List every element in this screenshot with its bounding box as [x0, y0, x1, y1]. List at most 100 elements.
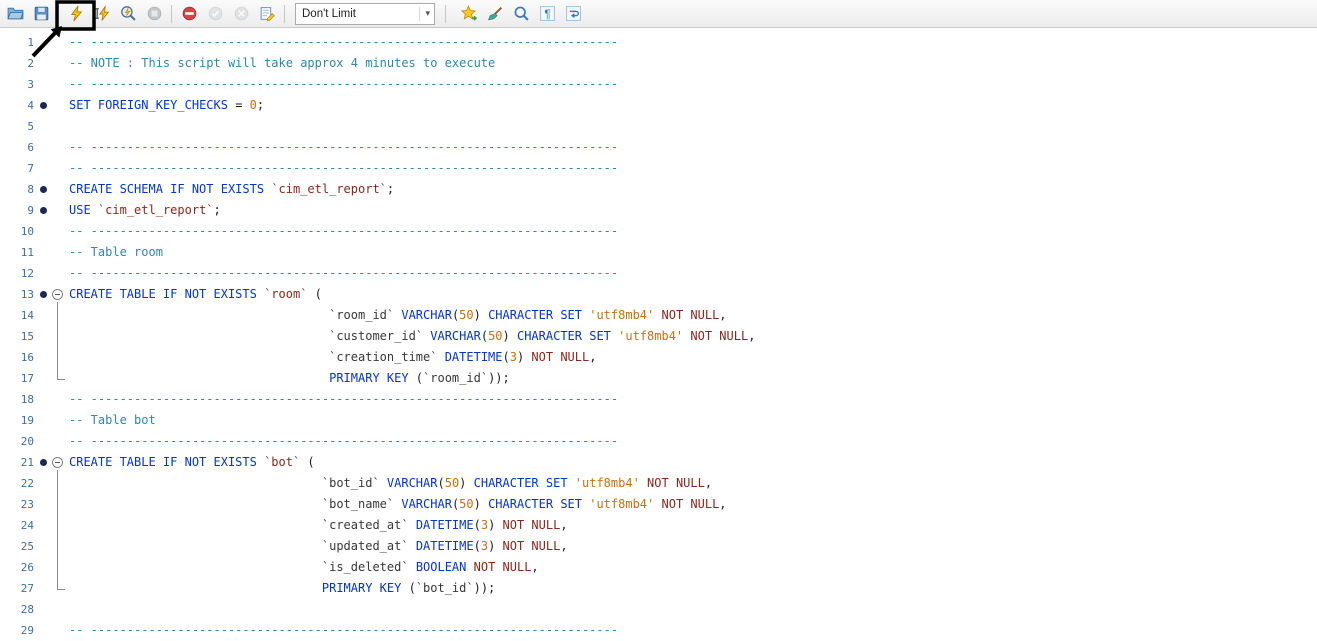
- line-number: 26: [0, 557, 36, 578]
- marker-column: [36, 263, 50, 284]
- token-dash: -- -------------------------------------…: [69, 266, 618, 280]
- token-p: ,: [560, 518, 567, 532]
- gutter: 21: [0, 452, 64, 473]
- fold-column: [50, 53, 64, 74]
- token-dash: -- -------------------------------------…: [69, 392, 618, 406]
- sql-editor[interactable]: 1 -- ------------------------------------…: [0, 28, 1317, 637]
- token-p: ,: [748, 329, 755, 343]
- line-number: 2: [0, 53, 36, 74]
- token-p: [380, 476, 387, 490]
- line-number: 1: [0, 32, 36, 53]
- line-number: 27: [0, 578, 36, 599]
- statement-marker-icon: [40, 186, 47, 193]
- token-k: CREATE SCHEMA IF NOT EXISTS: [69, 182, 264, 196]
- fold-column: [50, 389, 64, 410]
- stop-query-button[interactable]: [141, 2, 167, 26]
- fold-toggle-icon[interactable]: [52, 289, 63, 300]
- fold-column: [50, 74, 64, 95]
- code-line: 10-- -----------------------------------…: [0, 221, 1317, 242]
- code-text: PRIMARY KEY (`room_id`));: [69, 368, 510, 389]
- marker-column: [36, 536, 50, 557]
- token-k: BOOLEAN: [416, 560, 467, 574]
- marker-column: [36, 137, 50, 158]
- wrap-text-toggle-button[interactable]: [560, 2, 586, 26]
- rollback-button[interactable]: [228, 2, 254, 26]
- code-line: 7-- ------------------------------------…: [0, 158, 1317, 179]
- gutter: 23: [0, 494, 64, 515]
- line-number: 6: [0, 137, 36, 158]
- code-text: -- -------------------------------------…: [69, 221, 618, 242]
- fold-column: [50, 32, 64, 53]
- token-k: CHARACTER SET: [517, 329, 611, 343]
- gutter: 14: [0, 305, 64, 326]
- code-text: `room_id` VARCHAR(50) CHARACTER SET 'utf…: [69, 305, 727, 326]
- marker-column: [36, 620, 50, 641]
- cross-circle-icon: [233, 5, 250, 22]
- autocommit-icon: [259, 5, 276, 22]
- fold-column: [50, 158, 64, 179]
- token-s: 'utf8mb4': [589, 308, 654, 322]
- execute-current-statement-button[interactable]: [89, 2, 115, 26]
- beautify-button[interactable]: [482, 2, 508, 26]
- commit-button[interactable]: [202, 2, 228, 26]
- marker-column: [36, 452, 50, 473]
- line-number: 28: [0, 599, 36, 620]
- explain-plan-button[interactable]: [115, 2, 141, 26]
- marker-column: [36, 578, 50, 599]
- token-s: 'utf8mb4': [575, 476, 640, 490]
- fold-toggle-icon[interactable]: [52, 457, 63, 468]
- token-k: USE: [69, 203, 91, 217]
- fold-connector-line: [57, 302, 65, 380]
- token-p: [409, 539, 416, 553]
- token-m: NOT NULL: [647, 476, 705, 490]
- open-script-button[interactable]: [2, 2, 28, 26]
- gutter: 2: [0, 53, 64, 74]
- code-text: -- Table room: [69, 242, 163, 263]
- token-n: 50: [459, 497, 473, 511]
- token-n: 3: [481, 539, 488, 553]
- gutter: 13: [0, 284, 64, 305]
- token-p: ;: [257, 98, 264, 112]
- no-entry-icon: [181, 5, 198, 22]
- line-number: 12: [0, 263, 36, 284]
- token-k: VARCHAR: [401, 497, 452, 511]
- gutter: 12: [0, 263, 64, 284]
- line-number: 23: [0, 494, 36, 515]
- token-p: (: [437, 476, 444, 490]
- find-button[interactable]: [508, 2, 534, 26]
- token-p: ): [459, 476, 473, 490]
- gutter: 5: [0, 116, 64, 137]
- limit-dropdown[interactable]: Don't Limit ▾: [295, 3, 435, 25]
- marker-column: [36, 473, 50, 494]
- invisible-characters-toggle-button[interactable]: ¶: [534, 2, 560, 26]
- line-number: 8: [0, 179, 36, 200]
- code-line: 15 `customer_id` VARCHAR(50) CHARACTER S…: [0, 326, 1317, 347]
- code-line: 19-- Table bot: [0, 410, 1317, 431]
- token-p: [257, 287, 264, 301]
- token-k: CREATE TABLE IF NOT EXISTS: [69, 287, 257, 301]
- save-script-button[interactable]: [28, 2, 54, 26]
- gutter: 3: [0, 74, 64, 95]
- token-p: ;: [214, 203, 221, 217]
- toolbar-separator: [171, 5, 172, 23]
- execute-script-button[interactable]: [63, 2, 89, 26]
- open-folder-icon: [7, 5, 24, 22]
- gutter: 17: [0, 368, 64, 389]
- token-i: `bot_id`: [322, 476, 380, 490]
- line-number: 7: [0, 158, 36, 179]
- token-k: DATETIME: [445, 350, 503, 364]
- statement-marker-icon: [40, 291, 47, 298]
- autocommit-toggle-button[interactable]: [254, 2, 280, 26]
- stop-on-error-toggle-button[interactable]: [176, 2, 202, 26]
- save-snippet-button[interactable]: [456, 2, 482, 26]
- marker-column: [36, 515, 50, 536]
- marker-column: [36, 242, 50, 263]
- toolbar-separator: [58, 5, 59, 23]
- code-line: 5: [0, 116, 1317, 137]
- code-text: -- -------------------------------------…: [69, 389, 618, 410]
- token-p: [91, 203, 98, 217]
- toolbar-separator: [445, 5, 446, 23]
- token-s: 'utf8mb4': [589, 497, 654, 511]
- fold-connector-line: [57, 470, 65, 590]
- gutter: 9: [0, 200, 64, 221]
